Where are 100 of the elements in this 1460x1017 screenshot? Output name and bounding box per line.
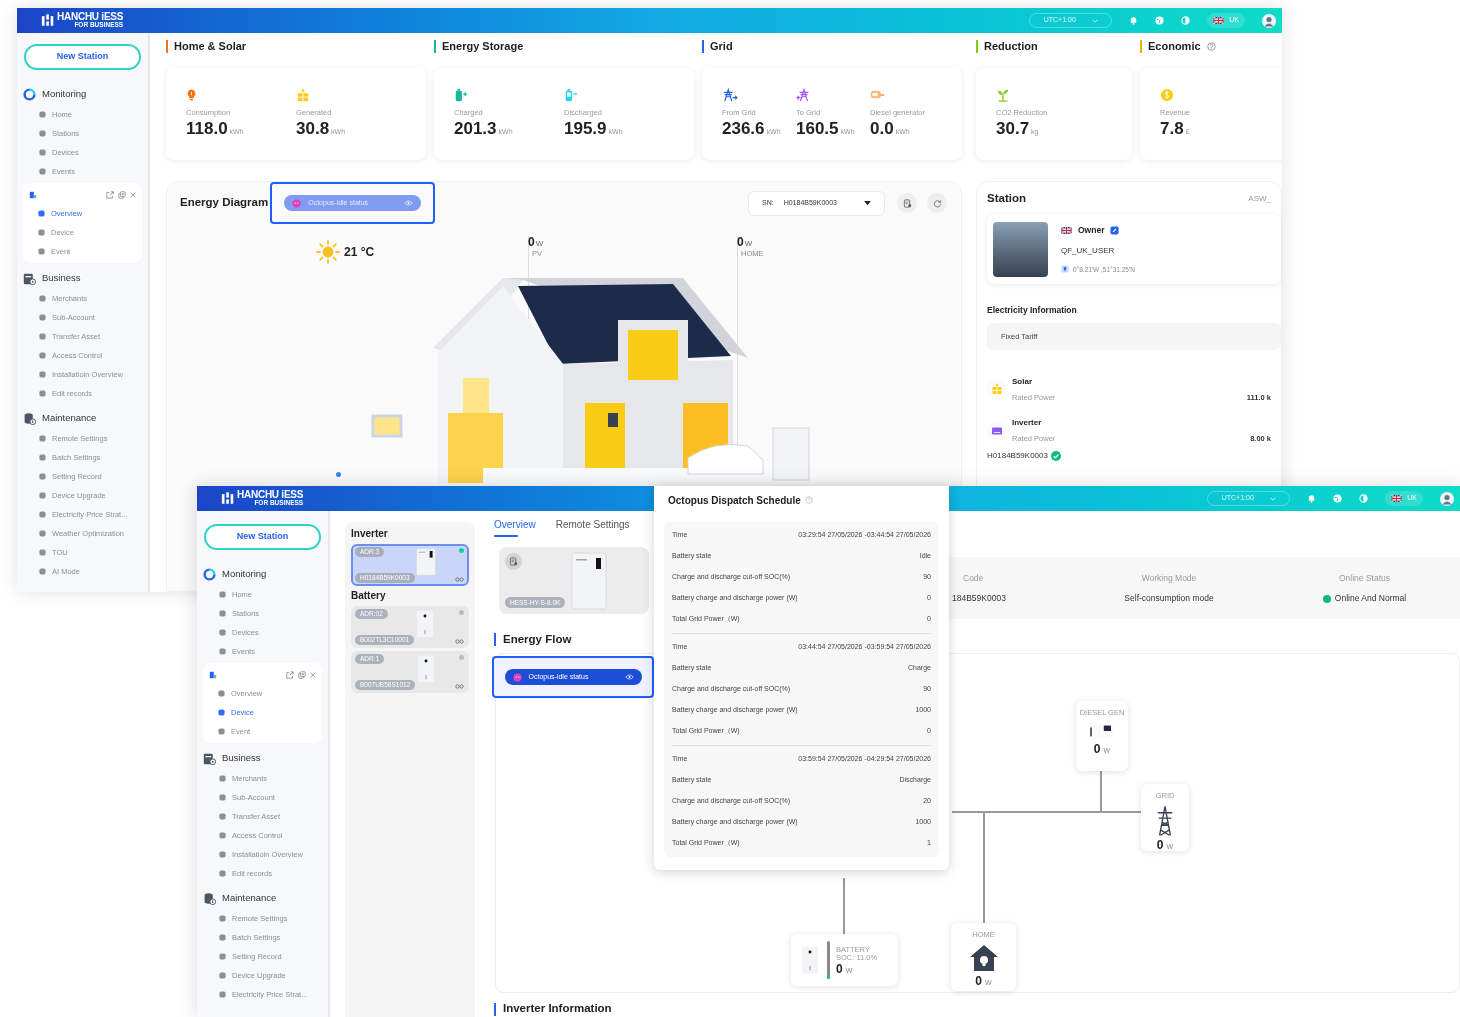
bell-icon[interactable] [1129, 16, 1139, 25]
tab[interactable]: Remote Settings [555, 517, 630, 541]
contrast-icon[interactable] [1359, 494, 1369, 503]
chevron-down-icon [1091, 17, 1098, 24]
info-value: Self-consumption mode [1124, 592, 1214, 606]
avatar-icon[interactable] [1440, 491, 1454, 506]
section-title: Home & Solar [174, 38, 247, 54]
brand-name: HANCHU iESS [57, 12, 124, 23]
bell-icon[interactable] [1307, 494, 1317, 503]
new-station-button[interactable]: New Station [204, 524, 321, 550]
section-title: Grid [710, 38, 733, 54]
report-button[interactable] [897, 193, 917, 213]
user-name: QF_UK_USER [1061, 244, 1116, 257]
panel-title: Station [987, 191, 1026, 207]
square-icon [219, 591, 226, 598]
square-icon [39, 435, 46, 442]
logo-icon [221, 492, 235, 505]
external-link-icon[interactable] [286, 670, 294, 679]
list-heading: Battery [351, 589, 387, 603]
square-icon [39, 530, 46, 537]
help-icon[interactable] [1206, 41, 1216, 51]
square-icon [218, 709, 225, 716]
menu-group-title[interactable]: Maintenance [42, 410, 97, 426]
coin-icon [1160, 88, 1174, 102]
link-icon[interactable] [455, 684, 464, 689]
report-button[interactable] [505, 553, 522, 570]
menu-group-title[interactable]: Monitoring [42, 86, 87, 102]
power-value: 0 [737, 236, 744, 248]
square-icon [39, 492, 46, 499]
eye-icon [624, 674, 634, 681]
menu-group-title[interactable]: Maintenance [222, 890, 277, 906]
flag-icon [1061, 226, 1072, 234]
contrast-icon[interactable] [1181, 16, 1191, 25]
section-title: Inverter Information [503, 1001, 612, 1017]
square-icon [219, 915, 226, 922]
globe-icon[interactable] [1333, 494, 1343, 503]
menu-group-title[interactable]: Business [222, 750, 261, 766]
device-drawing [414, 546, 437, 578]
house-icon [968, 943, 999, 972]
section-title: Reduction [984, 38, 1038, 54]
temperature-text: 21 °C [344, 244, 375, 261]
owner-label: Owner [1078, 223, 1105, 237]
section-title: Electricity Information [987, 304, 1078, 317]
copy-icon[interactable] [118, 190, 126, 199]
stat-value: 0.0 [870, 120, 894, 138]
barrel-icon [203, 891, 216, 905]
chevron-down-icon [1269, 495, 1276, 502]
logo-icon [41, 14, 55, 27]
device-name: Solar [1012, 375, 1033, 388]
building-icon [209, 670, 217, 679]
square-icon [39, 168, 46, 175]
brand-name: HANCHU iESS [237, 490, 304, 501]
menu-group-title[interactable]: Monitoring [222, 566, 267, 582]
check-icon [1050, 451, 1061, 462]
avatar-icon[interactable] [1262, 13, 1276, 28]
stat-value: 160.5 [796, 120, 839, 138]
globe-icon[interactable] [1155, 16, 1165, 25]
square-icon [39, 333, 46, 340]
square-icon [219, 775, 226, 782]
stat-value: 7.8 [1160, 120, 1184, 138]
link-icon[interactable] [455, 577, 464, 582]
pylon-arrow-icon [722, 88, 738, 102]
square-icon [219, 991, 226, 998]
edit-icon[interactable] [1110, 225, 1120, 235]
menu-group-title[interactable]: Business [42, 270, 81, 286]
close-icon[interactable] [310, 671, 316, 678]
help-icon[interactable] [804, 496, 813, 504]
power-value: 0 [836, 962, 843, 975]
caret-icon [864, 200, 871, 206]
document-icon [509, 557, 518, 566]
refresh-button[interactable] [927, 193, 947, 213]
tab[interactable]: Overview [494, 517, 536, 541]
link-icon[interactable] [455, 639, 464, 644]
new-station-button[interactable]: New Station [24, 44, 141, 70]
power-value: 0 [975, 974, 983, 987]
stat-value: 118.0 [186, 120, 228, 138]
accent-bar [494, 632, 496, 646]
solar-panel-icon [296, 88, 310, 102]
copy-icon[interactable] [298, 670, 306, 679]
square-icon [219, 851, 226, 858]
stat-value: 236.6 [722, 120, 765, 138]
close-icon[interactable] [130, 191, 136, 198]
sun-icon [316, 240, 340, 264]
square-icon [219, 870, 226, 877]
flag-icon [1391, 495, 1403, 502]
station-code: ASW_ [1248, 193, 1271, 205]
square-icon [39, 314, 46, 321]
square-icon [219, 629, 226, 636]
square-icon [39, 111, 46, 118]
square-icon [39, 295, 46, 302]
square-icon [38, 229, 45, 236]
power-unit: W [535, 240, 544, 248]
square-icon [219, 794, 226, 801]
square-icon [39, 549, 46, 556]
info-value: 184B59K0003 [952, 592, 1007, 606]
square-icon [218, 728, 225, 735]
square-icon [219, 813, 226, 820]
ring-icon [203, 567, 216, 581]
external-link-icon[interactable] [106, 190, 114, 199]
section-title: Economic [1148, 38, 1201, 54]
